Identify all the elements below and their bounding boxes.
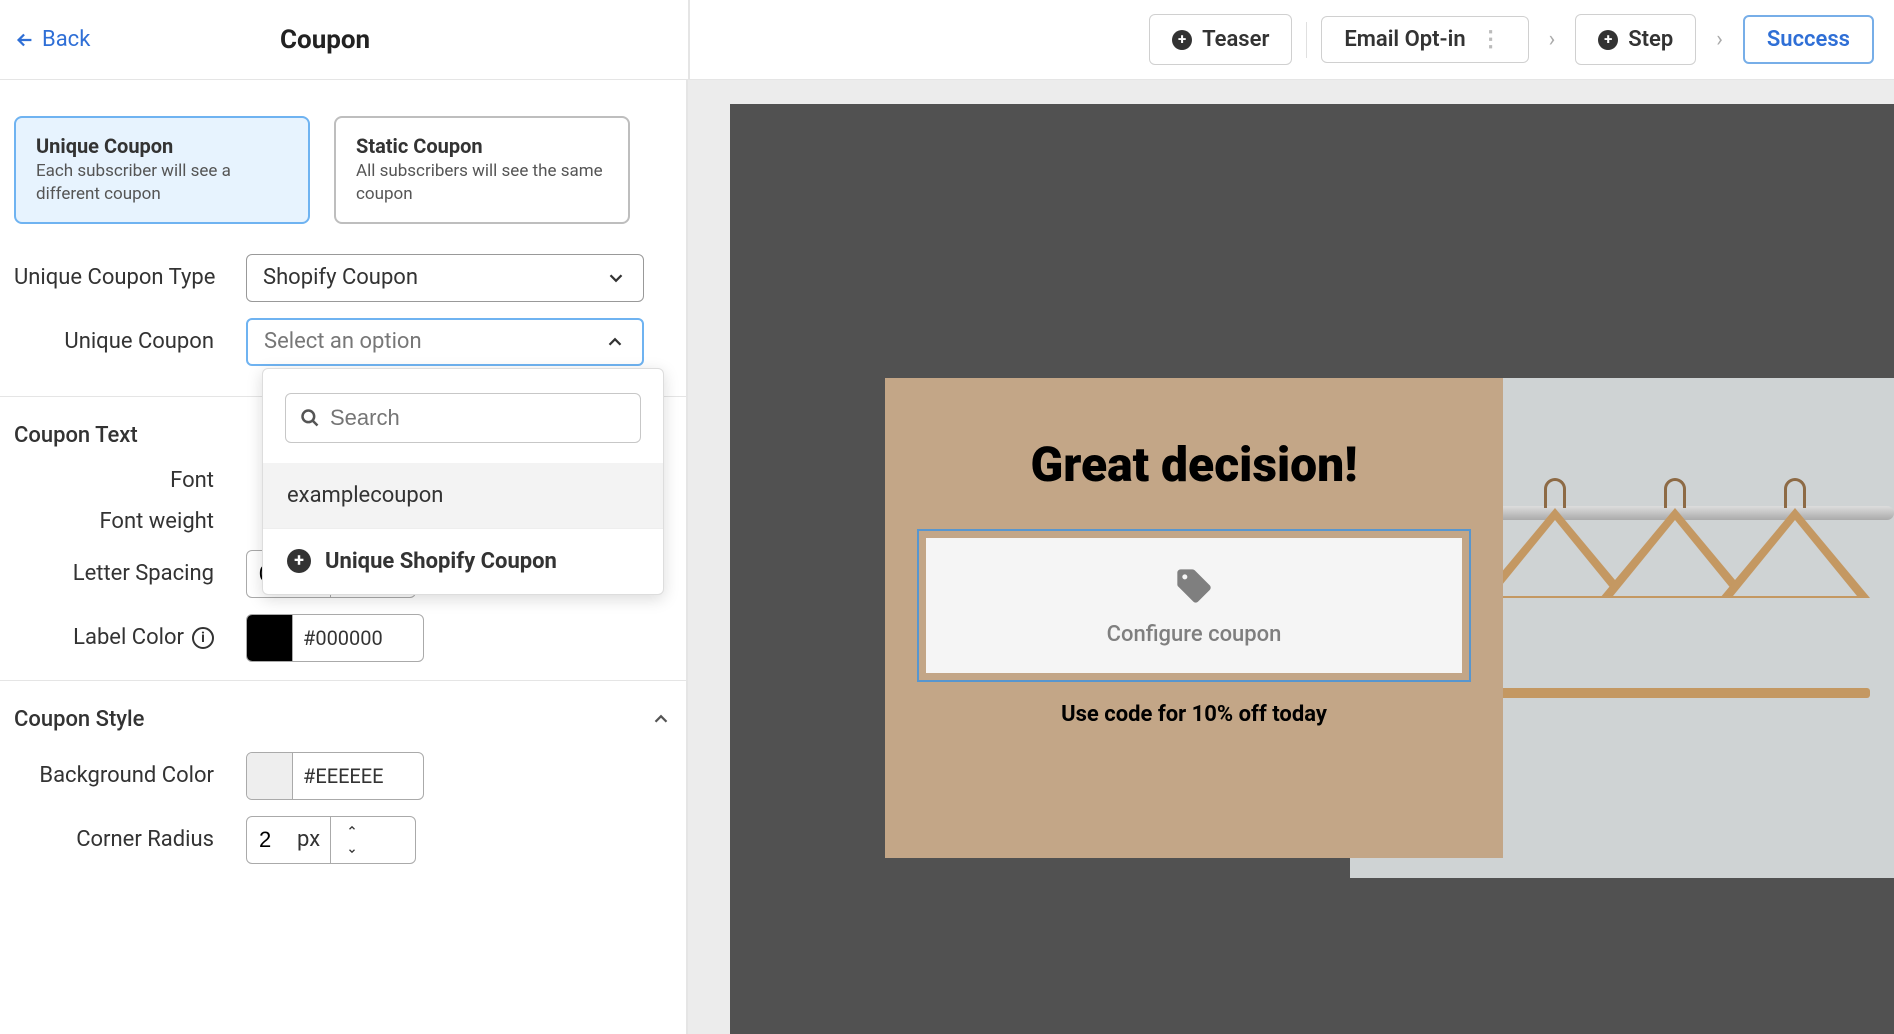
plus-icon: +: [1172, 30, 1192, 50]
corner-radius-unit: px: [297, 827, 330, 852]
coupon-block: Configure coupon: [926, 538, 1462, 673]
card-title: Static Coupon: [356, 134, 608, 158]
chevron-right-icon: ›: [1543, 27, 1562, 52]
coupon-type-selector: Unique Coupon Each subscriber will see a…: [14, 80, 672, 254]
info-icon[interactable]: i: [192, 627, 214, 649]
color-swatch[interactable]: [247, 615, 293, 661]
label-label-color: Label Color i: [14, 625, 246, 650]
spinner: [330, 817, 372, 863]
row-unique-coupon: Unique Coupon Select an option exampleco…: [14, 318, 672, 366]
input-label-color[interactable]: #000000: [246, 614, 424, 662]
back-button[interactable]: Back: [0, 27, 90, 52]
section-coupon-style[interactable]: Coupon Style: [0, 680, 686, 752]
dropdown-placeholder: Select an option: [264, 329, 422, 354]
row-corner-radius: Corner Radius px: [14, 816, 672, 864]
header-divider: [688, 0, 690, 80]
dropdown-menu-unique-coupon: examplecoupon + Unique Shopify Coupon: [262, 368, 664, 595]
section-title: Coupon Style: [14, 707, 144, 732]
arrow-left-icon: [14, 29, 36, 51]
back-label: Back: [42, 27, 90, 52]
dropdown-unique-coupon[interactable]: Select an option: [246, 318, 644, 366]
color-swatch[interactable]: [247, 753, 293, 799]
card-desc: All subscribers will see the same coupon: [356, 160, 608, 206]
chevron-up-icon: [650, 708, 672, 730]
card-unique-coupon[interactable]: Unique Coupon Each subscriber will see a…: [14, 116, 310, 224]
search-icon: [300, 408, 320, 428]
search-input[interactable]: [330, 405, 626, 431]
hex-value: 000000: [315, 626, 382, 650]
bg-hanger: [1720, 478, 1870, 608]
action-label: Unique Shopify Coupon: [325, 549, 557, 574]
hex-value: EEEEEE: [315, 764, 383, 788]
label-unique-coupon: Unique Coupon: [14, 329, 246, 354]
spin-down[interactable]: [331, 840, 372, 863]
step-teaser[interactable]: + Teaser: [1149, 14, 1292, 65]
label-font-weight: Font weight: [14, 509, 246, 534]
coupon-block-selected[interactable]: Configure coupon: [917, 529, 1471, 682]
chevron-up-icon: [604, 331, 626, 353]
spin-up[interactable]: [331, 817, 372, 840]
input-corner-radius[interactable]: px: [246, 816, 416, 864]
label-letter-spacing: Letter Spacing: [14, 561, 246, 586]
step-label: Teaser: [1202, 27, 1269, 52]
step-label: Step: [1628, 27, 1673, 52]
corner-radius-value[interactable]: [247, 827, 297, 853]
plus-icon: +: [287, 549, 311, 573]
label-corner-radius: Corner Radius: [14, 827, 246, 852]
dropdown-unique-coupon-type[interactable]: Shopify Coupon: [246, 254, 644, 302]
input-bg-color[interactable]: #EEEEEE: [246, 752, 424, 800]
tag-icon: [1174, 566, 1214, 606]
main-area: Unique Coupon Each subscriber will see a…: [0, 80, 1894, 1034]
popup-headline: Great decision!: [915, 436, 1473, 493]
section-title: Coupon Text: [14, 423, 138, 448]
step-nav: + Teaser Email Opt-in ⋮ › + Step › Succe…: [1149, 14, 1874, 65]
step-step[interactable]: + Step: [1575, 14, 1696, 65]
label-color-text: Label Color: [73, 625, 184, 650]
step-label: Email Opt-in: [1344, 27, 1465, 52]
color-hex: #EEEEEE: [293, 764, 394, 788]
row-label-color: Label Color i #000000: [14, 614, 672, 662]
row-unique-coupon-type: Unique Coupon Type Shopify Coupon: [14, 254, 672, 302]
v-divider: [1306, 22, 1307, 58]
step-success[interactable]: Success: [1743, 15, 1874, 64]
preview-canvas: Great decision! Configure coupon Use cod…: [730, 104, 1894, 1034]
app-header: Back Coupon + Teaser Email Opt-in ⋮ › + …: [0, 0, 1894, 80]
settings-panel: Unique Coupon Each subscriber will see a…: [0, 80, 688, 1034]
chevron-right-icon: ›: [1710, 27, 1729, 52]
chevron-down-icon: [605, 267, 627, 289]
label-font: Font: [14, 468, 246, 493]
plus-icon: +: [1598, 30, 1618, 50]
label-unique-coupon-type: Unique Coupon Type: [14, 265, 246, 290]
row-bg-color: Background Color #EEEEEE: [14, 752, 672, 800]
dropdown-value: Shopify Coupon: [263, 265, 418, 290]
kebab-icon[interactable]: ⋮: [1476, 27, 1506, 52]
color-hex: #000000: [293, 626, 393, 650]
page-title: Coupon: [280, 25, 370, 55]
dropdown-option-examplecoupon[interactable]: examplecoupon: [263, 463, 663, 528]
card-static-coupon[interactable]: Static Coupon All subscribers will see t…: [334, 116, 630, 224]
step-label: Success: [1767, 27, 1850, 52]
card-title: Unique Coupon: [36, 134, 288, 158]
option-label: examplecoupon: [287, 483, 443, 508]
dropdown-action-create[interactable]: + Unique Shopify Coupon: [263, 528, 663, 594]
step-email-optin[interactable]: Email Opt-in ⋮: [1321, 16, 1528, 63]
preview-popup: Great decision! Configure coupon Use cod…: [885, 378, 1503, 858]
popup-subline: Use code for 10% off today: [915, 702, 1473, 727]
card-desc: Each subscriber will see a different cou…: [36, 160, 288, 206]
label-bg-color: Background Color: [14, 763, 246, 788]
dropdown-search-box[interactable]: [285, 393, 641, 443]
configure-coupon-text: Configure coupon: [1107, 622, 1282, 647]
preview-panel: Great decision! Configure coupon Use cod…: [688, 80, 1894, 1034]
